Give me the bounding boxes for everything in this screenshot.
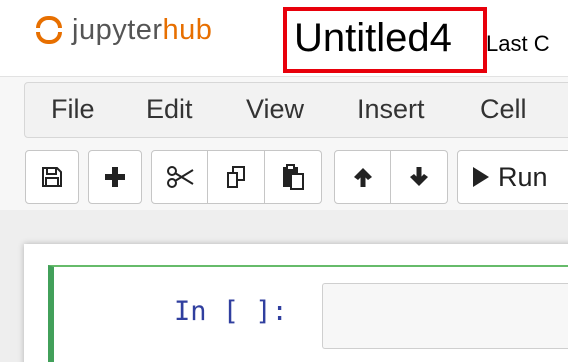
save-icon (42, 167, 62, 187)
toolbar-group-edit (151, 150, 322, 204)
paste-button[interactable] (265, 150, 322, 204)
toolbar-group-run: Run (457, 150, 568, 204)
logo-text-hub: hub (162, 13, 213, 46)
logo-text: jupyterhub (72, 13, 213, 46)
toolbar-group-move (334, 150, 448, 204)
menu-view[interactable]: View (246, 94, 304, 125)
move-up-button[interactable] (334, 150, 391, 204)
cut-button[interactable] (151, 150, 208, 204)
header: jupyterhub Untitled4 Last C (0, 0, 568, 76)
cut-icon (166, 166, 194, 188)
copy-button[interactable] (208, 150, 265, 204)
input-prompt: In [ ]: (174, 296, 288, 327)
run-icon (473, 167, 489, 187)
logo-text-jupyter: jupyter (72, 13, 163, 46)
menu-file[interactable]: File (51, 94, 95, 125)
arrow-down-icon (410, 167, 428, 186)
paste-icon (283, 164, 304, 190)
menu-edit[interactable]: Edit (146, 94, 193, 125)
last-saved-text: Last C (486, 31, 550, 56)
menu-insert[interactable]: Insert (357, 94, 425, 125)
jupyter-logo-icon (34, 13, 64, 47)
toolbar-group-insert (88, 150, 142, 204)
move-down-button[interactable] (391, 150, 448, 204)
insert-cell-button[interactable] (88, 150, 142, 204)
plus-icon (105, 167, 125, 187)
run-label: Run (498, 161, 548, 192)
run-button[interactable]: Run (457, 150, 568, 204)
save-button[interactable] (25, 150, 79, 204)
copy-icon (227, 166, 245, 188)
menu-cell[interactable]: Cell (480, 94, 527, 125)
toolbar-group-save (25, 150, 79, 204)
notebook-title[interactable]: Untitled4 (294, 16, 452, 60)
jupyterhub-logo[interactable]: jupyterhub (34, 10, 212, 50)
code-input[interactable] (322, 283, 568, 349)
arrow-up-icon (353, 168, 372, 187)
